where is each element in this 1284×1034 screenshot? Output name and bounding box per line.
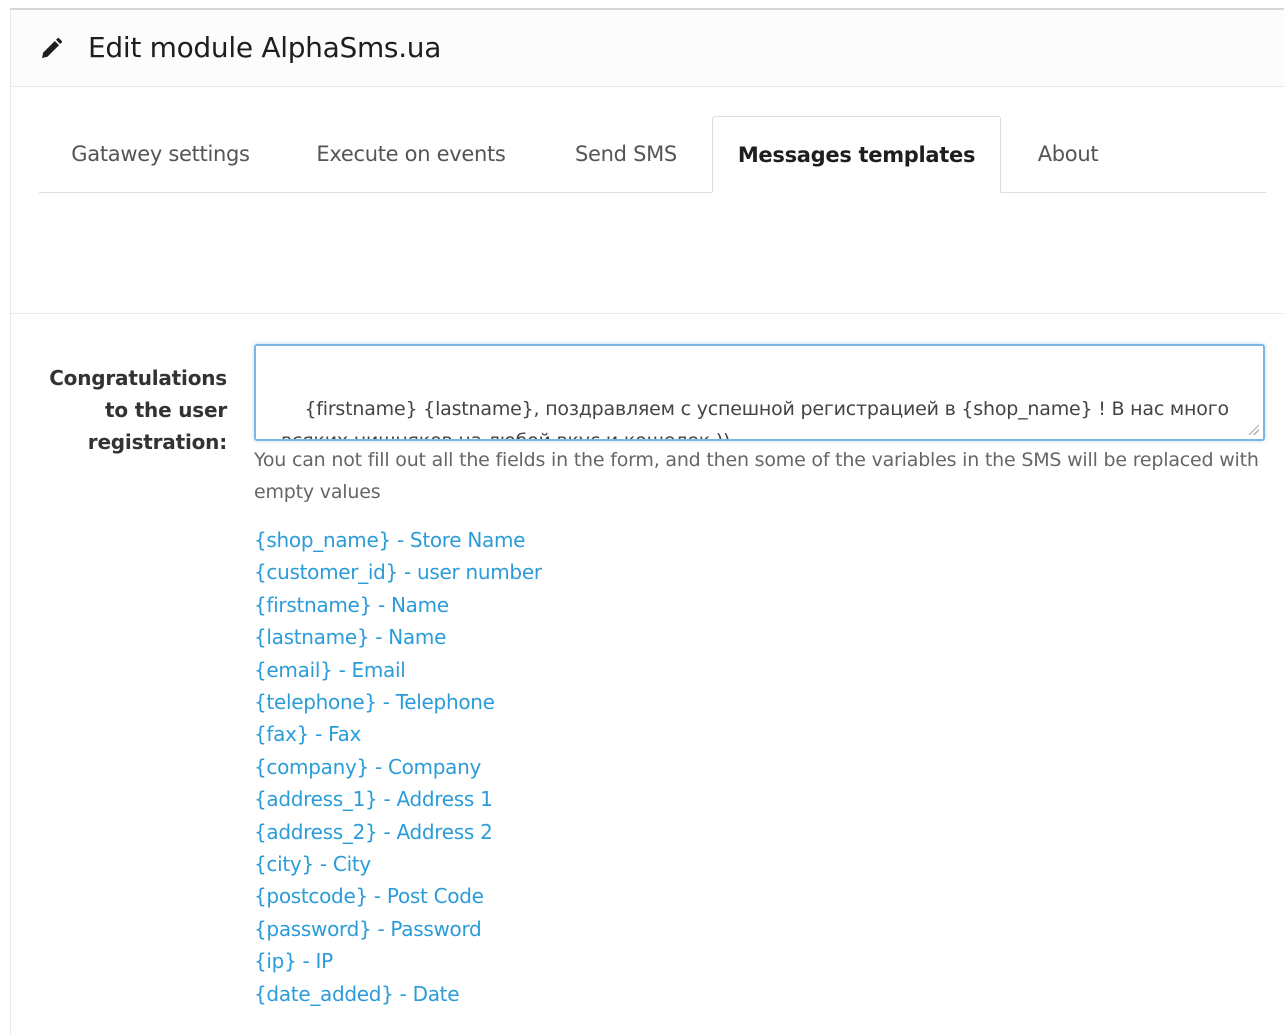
variable-item: {firstname} - Name	[254, 592, 449, 617]
page-title: Edit module AlphaSms.ua	[88, 31, 442, 64]
tab-bar: Gatawey settings Execute on events Send …	[39, 116, 1266, 193]
variable-item: {lastname} - Name	[254, 625, 447, 650]
variable-item: {address_1} - Address 1	[254, 787, 493, 812]
variable-item: {city} - City	[254, 852, 371, 877]
registration-template-textarea[interactable]: {firstname} {lastname}, поздравляем с ус…	[254, 344, 1265, 441]
variable-item: {company} - Company	[254, 754, 482, 779]
help-text: You can not fill out all the fields in t…	[254, 449, 1259, 503]
variable-item: {fax} - Fax	[254, 722, 361, 747]
variable-item: {date_added} - Date	[254, 981, 460, 1006]
variable-item: {password} - Password	[254, 916, 482, 941]
tab-gateway-settings[interactable]: Gatawey settings	[39, 116, 282, 192]
registration-template-label: Congratulations to the user registration…	[49, 366, 227, 454]
tab-messages-templates[interactable]: Messages templates	[712, 116, 1001, 193]
panel-heading: Edit module AlphaSms.ua	[11, 10, 1284, 87]
tab-send-sms[interactable]: Send SMS	[540, 116, 712, 192]
variable-item: {customer_id} - user number	[254, 560, 542, 585]
module-panel: Edit module AlphaSms.ua Gatawey settings…	[10, 10, 1284, 1034]
tab-about[interactable]: About	[1001, 116, 1135, 192]
variable-item: {email} - Email	[254, 657, 406, 682]
textarea-value[interactable]: {firstname} {lastname}, поздравляем с ус…	[281, 398, 1235, 439]
tab-execute-on-events[interactable]: Execute on events	[282, 116, 540, 192]
variable-item: {shop_name} - Store Name	[254, 528, 526, 552]
variable-item: {telephone} - Telephone	[254, 690, 495, 715]
variable-item: {ip} - IP	[254, 949, 333, 974]
resize-grip-icon[interactable]	[1247, 423, 1259, 435]
variables-list: {shop_name} - Store Name {customer_id} -…	[254, 524, 542, 1010]
variable-item: {address_2} - Address 2	[254, 819, 493, 844]
variable-item: {postcode} - Post Code	[254, 884, 484, 909]
section-divider	[11, 313, 1284, 314]
pencil-icon	[42, 37, 63, 58]
